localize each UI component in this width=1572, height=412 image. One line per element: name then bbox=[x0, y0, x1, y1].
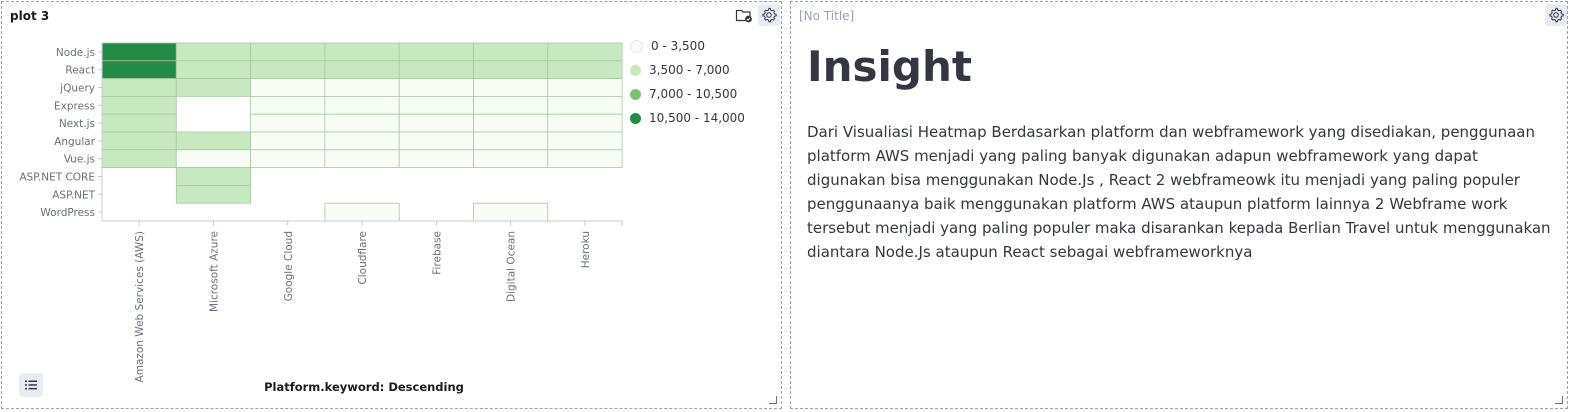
heatmap-cell[interactable] bbox=[473, 149, 549, 169]
y-tick-label: jQuery bbox=[59, 83, 95, 95]
heatmap-cell[interactable] bbox=[547, 78, 623, 97]
heatmap-cell[interactable] bbox=[398, 113, 474, 133]
heatmap-cell[interactable] bbox=[547, 113, 623, 133]
heatmap-cell[interactable] bbox=[324, 131, 400, 151]
legend-swatch bbox=[630, 64, 641, 76]
heatmap-cell[interactable] bbox=[101, 131, 177, 151]
heatmap-cell[interactable] bbox=[473, 42, 549, 62]
x-axis-title: Platform.keyword: Descending bbox=[264, 380, 464, 394]
y-tick-label: Angular bbox=[54, 136, 96, 148]
heatmap-cell[interactable] bbox=[324, 60, 400, 79]
heatmap-cell[interactable] bbox=[473, 96, 549, 115]
x-tick-label: Amazon Web Services (AWS) bbox=[134, 231, 146, 382]
heatmap-cell[interactable] bbox=[473, 131, 549, 151]
heatmap-cell[interactable] bbox=[547, 149, 623, 169]
x-tick-label: Microsoft Azure bbox=[208, 231, 220, 312]
heatmap-cell[interactable] bbox=[175, 78, 252, 97]
heatmap-cell[interactable] bbox=[398, 149, 474, 169]
legend-label: 10,500 - 14,000 bbox=[649, 111, 745, 125]
heatmap-cell[interactable] bbox=[101, 78, 177, 97]
y-tick-label: ASP.NET CORE bbox=[19, 172, 95, 184]
heatmap-cell[interactable] bbox=[547, 131, 623, 151]
heatmap-cell[interactable] bbox=[101, 60, 177, 79]
heatmap-cell[interactable] bbox=[324, 113, 400, 133]
heatmap-cell[interactable] bbox=[175, 60, 252, 79]
y-tick-label: React bbox=[65, 65, 95, 77]
heatmap-cell[interactable] bbox=[175, 184, 252, 204]
panel-title: [No Title] bbox=[799, 9, 855, 23]
heatmap-cell[interactable] bbox=[175, 42, 252, 62]
heatmap-cell[interactable] bbox=[324, 149, 400, 169]
heatmap-cell[interactable] bbox=[101, 149, 177, 169]
heatmap-cell[interactable] bbox=[250, 149, 326, 169]
heatmap-cell[interactable] bbox=[175, 167, 252, 186]
y-tick-label: Next.js bbox=[59, 118, 95, 130]
y-tick-label: ASP.NET bbox=[52, 189, 95, 201]
heatmap-cell[interactable] bbox=[175, 149, 252, 169]
legend-label: 7,000 - 10,500 bbox=[649, 87, 738, 101]
x-tick-label: Heroku bbox=[580, 231, 592, 268]
legend-item[interactable]: 0 - 3,500 bbox=[630, 39, 705, 53]
y-tick-label: Node.js bbox=[56, 47, 95, 59]
legend-item[interactable]: 3,500 - 7,000 bbox=[630, 63, 730, 77]
heatmap-cell[interactable] bbox=[473, 78, 549, 97]
legend-toggle-button[interactable] bbox=[19, 373, 43, 397]
heatmap-cell[interactable] bbox=[101, 113, 177, 133]
legend-swatch bbox=[630, 39, 643, 53]
heatmap-cell[interactable] bbox=[547, 96, 623, 115]
insight-heading: Insight bbox=[807, 42, 972, 91]
heatmap-cell[interactable] bbox=[250, 78, 326, 97]
heatmap-cell[interactable] bbox=[473, 113, 549, 133]
x-tick-label: Cloudflare bbox=[357, 231, 369, 285]
legend-item[interactable]: 10,500 - 14,000 bbox=[630, 111, 745, 125]
y-tick-label: Express bbox=[54, 100, 95, 112]
heatmap-cell[interactable] bbox=[324, 78, 400, 97]
resize-handle[interactable] bbox=[1555, 396, 1563, 404]
heatmap-cell[interactable] bbox=[398, 96, 474, 115]
heatmap-cell[interactable] bbox=[250, 42, 326, 62]
legend-swatch bbox=[630, 88, 641, 100]
markdown-panel: [No Title] Insight Dari Visualiasi Heatm… bbox=[790, 1, 1568, 409]
heatmap-cell[interactable] bbox=[547, 42, 623, 62]
heatmap-cell[interactable] bbox=[101, 42, 177, 62]
x-tick-label: Digital Ocean bbox=[506, 231, 518, 302]
legend-item[interactable]: 7,000 - 10,500 bbox=[630, 87, 737, 101]
heatmap-cell[interactable] bbox=[398, 78, 474, 97]
heatmap-cell[interactable] bbox=[547, 60, 623, 79]
heatmap-cell[interactable] bbox=[398, 60, 474, 79]
gear-icon[interactable] bbox=[1545, 4, 1567, 26]
heatmap-cell[interactable] bbox=[250, 96, 326, 115]
y-tick-label: WordPress bbox=[40, 207, 95, 219]
heatmap-cell[interactable] bbox=[398, 131, 474, 151]
legend-label: 3,500 - 7,000 bbox=[649, 63, 730, 77]
legend-swatch bbox=[630, 112, 641, 124]
x-tick-label: Firebase bbox=[431, 231, 443, 275]
heatmap-cell[interactable] bbox=[101, 96, 177, 115]
heatmap-cell[interactable] bbox=[473, 202, 549, 222]
heatmap-cell[interactable] bbox=[250, 60, 326, 79]
heatmap-cell[interactable] bbox=[324, 202, 400, 222]
x-tick-label: Google Cloud bbox=[283, 231, 295, 301]
heatmap-cell[interactable] bbox=[473, 60, 549, 79]
insight-text: Dari Visualiasi Heatmap Berdasarkan plat… bbox=[807, 123, 1551, 261]
heatmap-cell[interactable] bbox=[324, 96, 400, 115]
heatmap-cell[interactable] bbox=[250, 113, 326, 133]
list-icon bbox=[24, 376, 38, 395]
heatmap-panel: plot 3 Node.js React jQuery Express Next.js A… bbox=[1, 1, 782, 409]
heatmap-cell[interactable] bbox=[250, 131, 326, 151]
y-tick-label: Vue.js bbox=[64, 154, 95, 166]
heatmap-cell[interactable] bbox=[175, 131, 252, 151]
legend-label: 0 - 3,500 bbox=[651, 39, 705, 53]
heatmap-cell[interactable] bbox=[324, 42, 400, 62]
resize-handle[interactable] bbox=[769, 396, 777, 404]
heatmap-cell[interactable] bbox=[398, 42, 474, 62]
